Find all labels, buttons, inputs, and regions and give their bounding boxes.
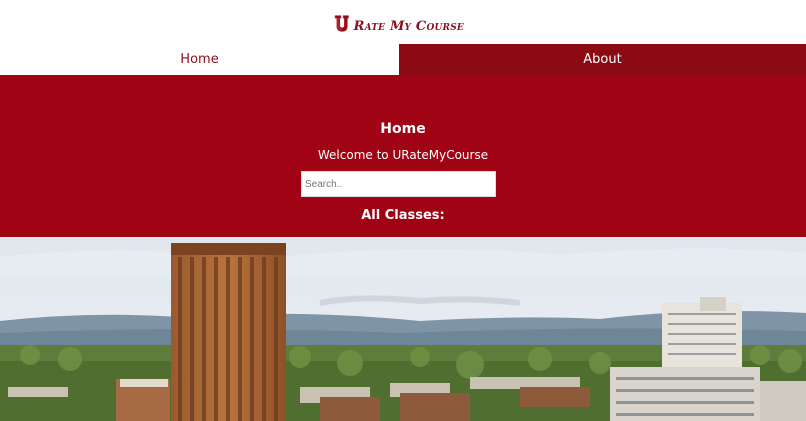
main-nav: Home About [0, 44, 806, 75]
welcome-text: Welcome to URateMyCourse [317, 148, 489, 162]
nav-home-tab[interactable]: Home [0, 44, 399, 75]
site-logo[interactable]: Rate My Course [334, 7, 464, 39]
campus-photo [0, 237, 806, 421]
campus-panorama-image [0, 237, 806, 421]
page-title: Home [380, 121, 426, 137]
search-input[interactable] [301, 171, 496, 197]
all-classes-heading: All Classes: [361, 208, 445, 223]
nav-about-tab[interactable]: About [399, 44, 806, 75]
header-logo-bar: Rate My Course [0, 0, 806, 44]
logo-text: Rate My Course [353, 18, 464, 34]
hero-section: Home Welcome to URateMyCourse All Classe… [0, 75, 806, 237]
university-u-icon [334, 14, 349, 32]
